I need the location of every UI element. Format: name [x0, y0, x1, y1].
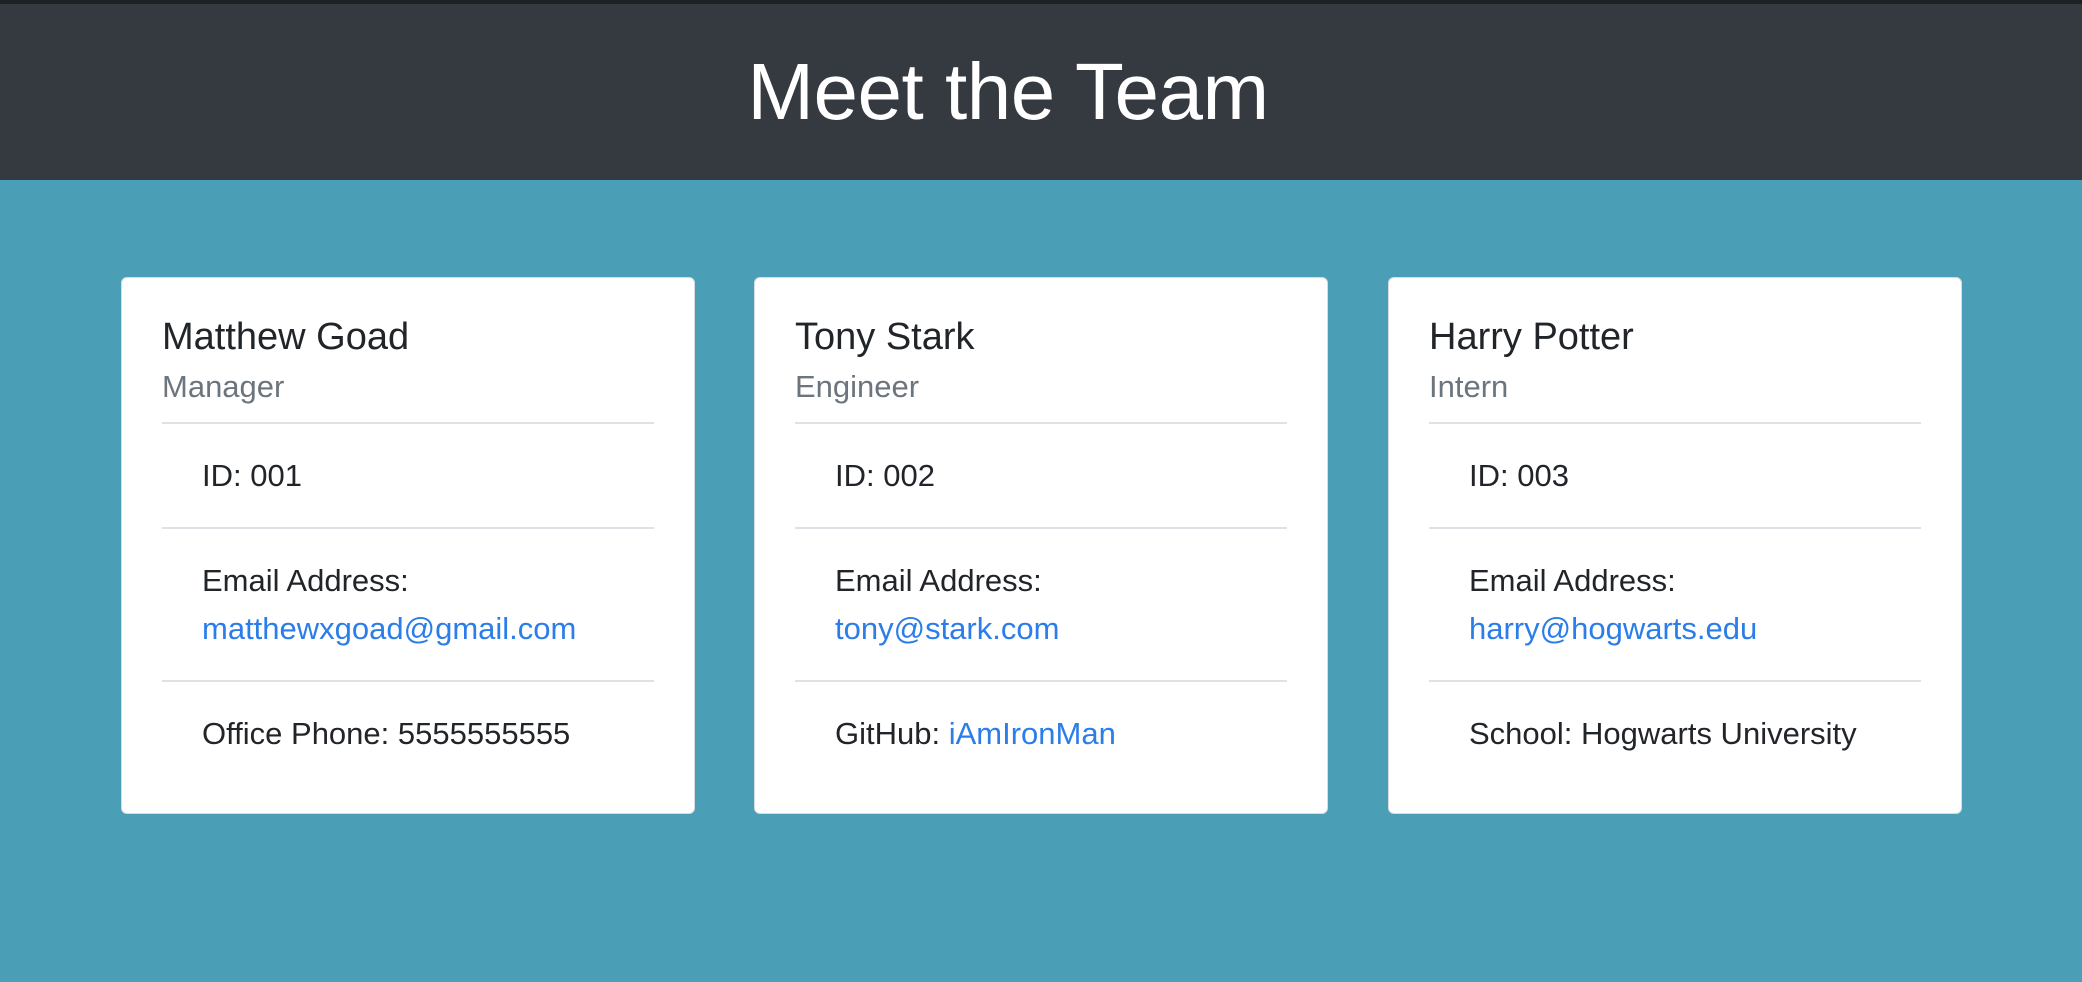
email-label: Email Address:	[202, 563, 409, 598]
email-label: Email Address:	[1469, 563, 1676, 598]
page-header: Meet the Team	[0, 4, 2082, 180]
team-card-manager: Matthew Goad Manager ID: 001 Email Addre…	[121, 277, 695, 814]
school-value: Hogwarts University	[1581, 716, 1857, 751]
list-item-id: ID: 003	[1429, 424, 1921, 529]
school-label: School:	[1469, 716, 1582, 751]
card-role: Manager	[162, 369, 285, 404]
email-label: Email Address:	[835, 563, 1042, 598]
list-item-github: GitHub: iAmIronMan	[795, 682, 1287, 785]
card-details-list: ID: 002 Email Address: tony@stark.com Gi…	[795, 422, 1287, 785]
list-item-email: Email Address: tony@stark.com	[795, 529, 1287, 682]
card-name: Harry Potter	[1429, 316, 1634, 358]
card-name: Matthew Goad	[162, 316, 410, 358]
card-details-list: ID: 003 Email Address: harry@hogwarts.ed…	[1429, 422, 1921, 785]
office-phone-label: Office Phone:	[202, 716, 398, 751]
github-label: GitHub:	[835, 716, 949, 751]
office-phone-value: 5555555555	[397, 716, 571, 751]
github-link[interactable]: iAmIronMan	[949, 716, 1116, 751]
card-name: Tony Stark	[795, 316, 975, 358]
list-item-id: ID: 002	[795, 424, 1287, 529]
card-role: Intern	[1429, 369, 1509, 404]
list-item-office-phone: Office Phone: 5555555555	[162, 682, 654, 785]
email-link[interactable]: matthewxgoad@gmail.com	[202, 611, 576, 646]
team-card-intern: Harry Potter Intern ID: 003 Email Addres…	[1388, 277, 1962, 814]
card-details-list: ID: 001 Email Address: matthewxgoad@gmai…	[162, 422, 654, 785]
id-text: ID: 003	[1469, 458, 1569, 493]
id-text: ID: 001	[202, 458, 302, 493]
card-role: Engineer	[795, 369, 920, 404]
list-item-school: School: Hogwarts University	[1429, 682, 1921, 785]
email-link[interactable]: tony@stark.com	[835, 611, 1059, 646]
email-link[interactable]: harry@hogwarts.edu	[1469, 611, 1757, 646]
list-item-id: ID: 001	[162, 424, 654, 529]
team-card-engineer: Tony Stark Engineer ID: 002 Email Addres…	[754, 277, 1328, 814]
page-title: Meet the Team	[747, 47, 1269, 136]
list-item-email: Email Address: matthewxgoad@gmail.com	[162, 529, 654, 682]
id-text: ID: 002	[835, 458, 935, 493]
list-item-email: Email Address: harry@hogwarts.edu	[1429, 529, 1921, 682]
